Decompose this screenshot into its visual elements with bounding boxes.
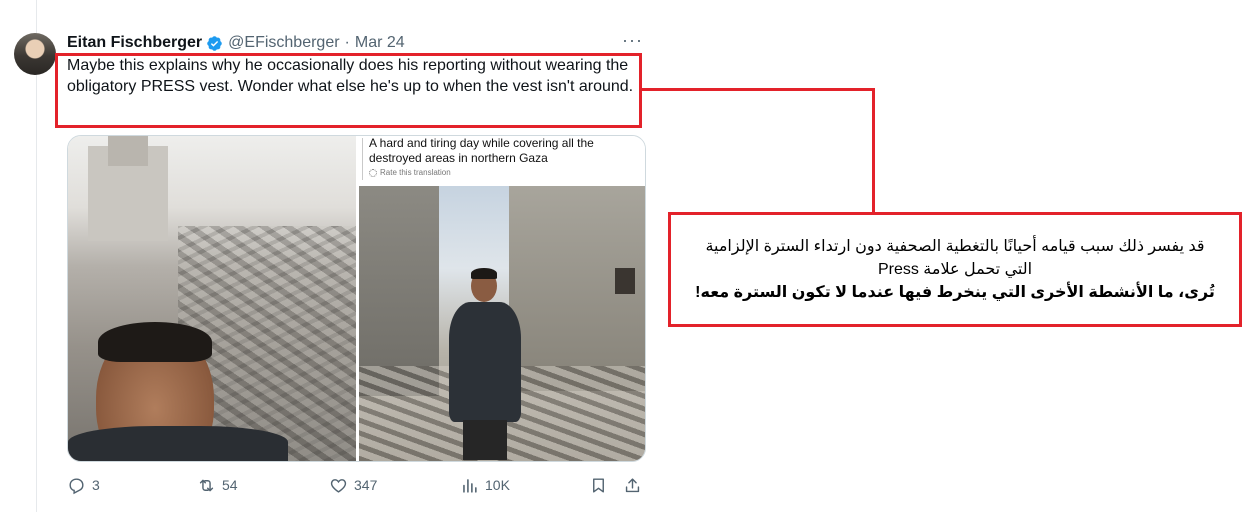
thread-line xyxy=(36,0,37,512)
photo-caption: A hard and tiring day while covering all… xyxy=(369,136,594,165)
translation-line-1: قد يفسر ذلك سبب قيامه أحيانًا بالتغطية ا… xyxy=(705,238,1205,255)
action-bar: 3 54 347 10K xyxy=(67,474,644,496)
repost-icon xyxy=(199,479,214,491)
avatar[interactable] xyxy=(14,33,56,75)
hair-shape xyxy=(98,322,212,362)
repost-button[interactable]: 54 xyxy=(197,474,238,496)
author-name[interactable]: Eitan Fischberger xyxy=(67,34,202,52)
view-count: 10K xyxy=(485,477,510,493)
street-photo xyxy=(359,186,645,461)
window-shape xyxy=(615,268,635,294)
person-legs-shape xyxy=(463,420,507,460)
analytics-icon xyxy=(463,478,477,493)
reply-icon xyxy=(69,477,84,494)
author-handle[interactable]: @EFischberger xyxy=(228,34,339,52)
person-hair-shape xyxy=(471,268,497,279)
rate-translation-label: Rate this translation xyxy=(380,168,451,177)
tweet-date[interactable]: Mar 24 xyxy=(355,34,405,52)
person-body-shape xyxy=(449,302,521,422)
views-button[interactable]: 10K xyxy=(460,474,510,496)
translation-box: قد يفسر ذلك سبب قيامه أحيانًا بالتغطية ا… xyxy=(668,212,1242,327)
share-icon xyxy=(625,477,640,492)
like-count: 347 xyxy=(354,477,378,493)
media-grid[interactable]: A hard and tiring day while covering all… xyxy=(67,135,646,462)
translation-line-2: التي تحمل علامة Press xyxy=(877,261,1033,278)
reply-button[interactable]: 3 xyxy=(67,474,100,496)
building-top-shape xyxy=(108,136,148,166)
separator-dot: · xyxy=(344,34,350,51)
left-building-shape xyxy=(359,186,439,396)
screenshot-photo[interactable]: A hard and tiring day while covering all… xyxy=(359,136,645,461)
connector-line xyxy=(642,88,875,91)
share-button[interactable] xyxy=(623,474,642,496)
selfie-photo[interactable] xyxy=(68,136,356,461)
highlight-box xyxy=(55,53,642,128)
translation-line-3-text: تُرى، ما الأنشطة الأخرى التي ينخرط فيها … xyxy=(695,284,1215,301)
caption-divider xyxy=(362,138,363,180)
rate-translation: Rate this translation xyxy=(369,168,451,177)
translation-line-3: تُرى، ما الأنشطة الأخرى التي ينخرط فيها … xyxy=(695,281,1215,304)
repost-count: 54 xyxy=(222,477,238,493)
more-options-icon[interactable]: ··· xyxy=(622,30,643,51)
heart-icon xyxy=(330,478,347,493)
reply-count: 3 xyxy=(92,477,100,493)
gear-icon xyxy=(369,168,377,177)
shirt-shape xyxy=(68,426,288,461)
verified-badge-icon xyxy=(207,35,222,51)
like-button[interactable]: 347 xyxy=(329,474,377,496)
bookmark-icon xyxy=(593,477,604,493)
bookmark-button[interactable] xyxy=(589,474,608,496)
tweet-header: Eitan Fischberger @EFischberger · Mar 24 xyxy=(67,33,405,53)
connector-line-vertical xyxy=(872,88,875,214)
caption-area: A hard and tiring day while covering all… xyxy=(359,136,645,186)
